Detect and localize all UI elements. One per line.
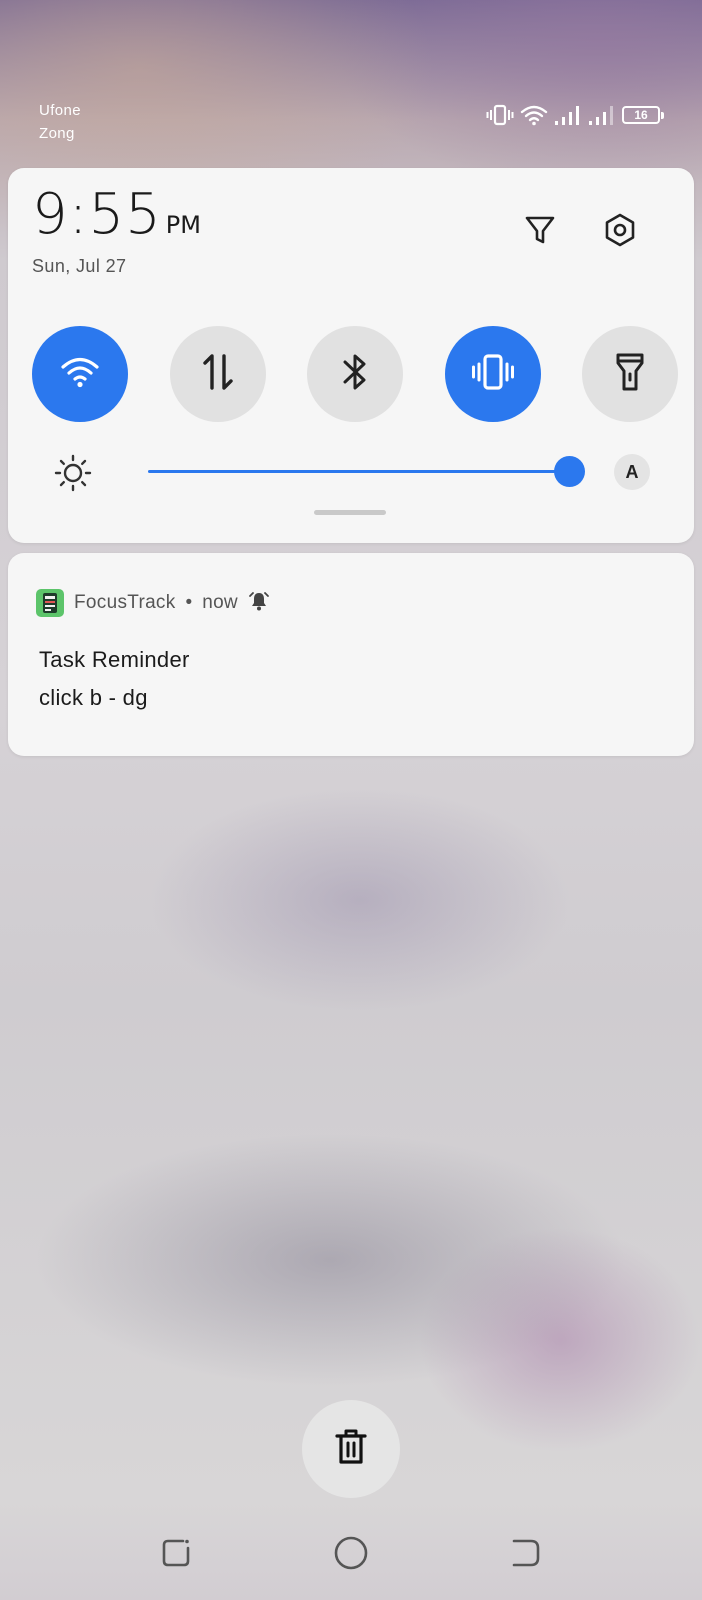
auto-brightness-button[interactable]: A	[614, 454, 650, 490]
quick-tiles	[32, 326, 678, 422]
tile-wifi[interactable]	[32, 326, 128, 422]
tile-bluetooth[interactable]	[307, 326, 403, 422]
clear-all-button[interactable]	[302, 1400, 400, 1498]
notification-time: now	[202, 592, 238, 613]
notification-card[interactable]: FocusTrack • now Task Reminder click b -…	[8, 553, 694, 756]
notification-title: Task Reminder	[39, 647, 190, 672]
notification-text: click b - dg	[39, 685, 148, 710]
filter-icon[interactable]	[520, 210, 560, 250]
vibrate-icon	[486, 104, 514, 126]
wifi-icon	[520, 104, 548, 126]
quick-settings-panel: 9:55 PM Sun, Jul 27 A	[8, 168, 694, 543]
recents-button[interactable]	[146, 1525, 206, 1585]
flashlight-icon	[614, 351, 646, 398]
battery-level: 16	[634, 108, 648, 122]
tile-mobile-data[interactable]	[169, 326, 266, 422]
notification-app-name: FocusTrack	[74, 592, 176, 613]
tile-vibrate[interactable]	[444, 326, 541, 422]
separator-dot: •	[185, 592, 193, 613]
carrier-2: Zong	[39, 125, 75, 142]
panel-drag-handle[interactable]	[314, 510, 386, 515]
app-icon	[36, 589, 64, 617]
back-button[interactable]	[496, 1525, 556, 1585]
vibrate-icon	[471, 352, 515, 397]
carrier-1: Ufone	[39, 102, 82, 119]
status-icons: 16	[486, 104, 664, 126]
home-button[interactable]	[321, 1525, 381, 1585]
signal-icon	[588, 104, 616, 126]
wifi-icon	[60, 355, 100, 394]
trash-icon	[334, 1428, 368, 1471]
status-bar: Ufone Zong 16	[0, 0, 702, 160]
clock-ampm: PM	[165, 211, 201, 239]
data-arrows-icon	[200, 352, 236, 397]
carrier-names: Ufone Zong	[39, 99, 81, 145]
settings-icon[interactable]	[600, 210, 640, 250]
notification-header: FocusTrack • now	[36, 589, 270, 617]
alarm-bell-icon	[248, 590, 270, 617]
back-icon	[509, 1536, 543, 1575]
tile-flashlight[interactable]	[582, 326, 678, 422]
battery-icon: 16	[622, 106, 664, 124]
brightness-control: A	[54, 452, 654, 492]
date-label: Sun, Jul 27	[32, 256, 127, 276]
brightness-slider-thumb[interactable]	[554, 456, 585, 487]
recents-icon	[159, 1536, 193, 1575]
signal-icon	[554, 104, 582, 126]
clock: 9:55 PM	[32, 182, 201, 247]
brightness-icon	[54, 454, 92, 497]
brightness-slider-track[interactable]	[148, 470, 562, 473]
bluetooth-icon	[340, 351, 370, 398]
navigation-bar	[0, 1525, 702, 1585]
home-icon	[333, 1535, 369, 1576]
clock-time: 9:55	[32, 182, 162, 247]
